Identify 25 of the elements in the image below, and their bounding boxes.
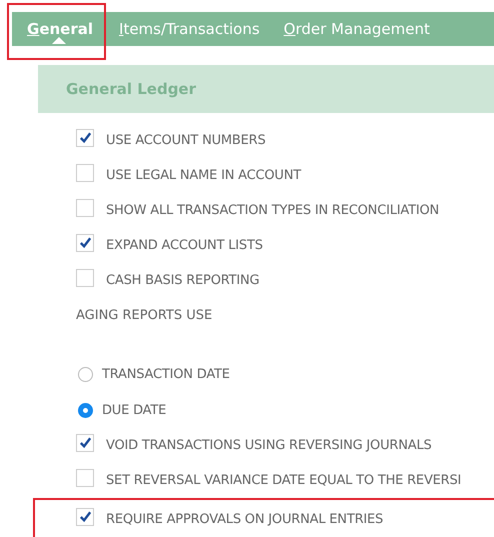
checkbox[interactable]: [76, 164, 94, 182]
radio-button[interactable]: [78, 366, 93, 382]
option-label: EXPAND ACCOUNT LISTS: [106, 238, 263, 253]
option-label: CASH BASIS REPORTING: [106, 273, 260, 288]
option-label: USE LEGAL NAME IN ACCOUNT: [106, 168, 302, 183]
tab[interactable]: General: [14, 14, 104, 44]
checkbox[interactable]: [76, 468, 94, 486]
radio-button[interactable]: [78, 402, 93, 418]
tab[interactable]: Items/Transactions: [106, 12, 271, 46]
section-title: General Ledger: [66, 80, 196, 98]
option-label: REQUIRE APPROVALS ON JOURNAL ENTRIES: [106, 512, 384, 527]
option-label: USE ACCOUNT NUMBERS: [106, 133, 266, 148]
group-label: AGING REPORTS USE: [76, 307, 214, 325]
option-label: TRANSACTION DATE: [102, 366, 230, 382]
option-label: VOID TRANSACTIONS USING REVERSING JOURNALS: [106, 438, 432, 453]
checkbox[interactable]: [76, 434, 94, 452]
checkbox[interactable]: [76, 128, 94, 146]
option-label: SET REVERSAL VARIANCE DATE EQUAL TO THE REVERSI: [106, 473, 462, 488]
checkbox[interactable]: [76, 198, 94, 216]
checkbox[interactable]: [76, 234, 94, 252]
tab[interactable]: Order Management: [270, 12, 441, 46]
checkbox[interactable]: [76, 268, 94, 286]
option-label: SHOW ALL TRANSACTION TYPES IN RECONCILIATION: [106, 203, 440, 218]
option-label: DUE DATE: [102, 402, 166, 418]
checkbox[interactable]: [76, 508, 94, 526]
